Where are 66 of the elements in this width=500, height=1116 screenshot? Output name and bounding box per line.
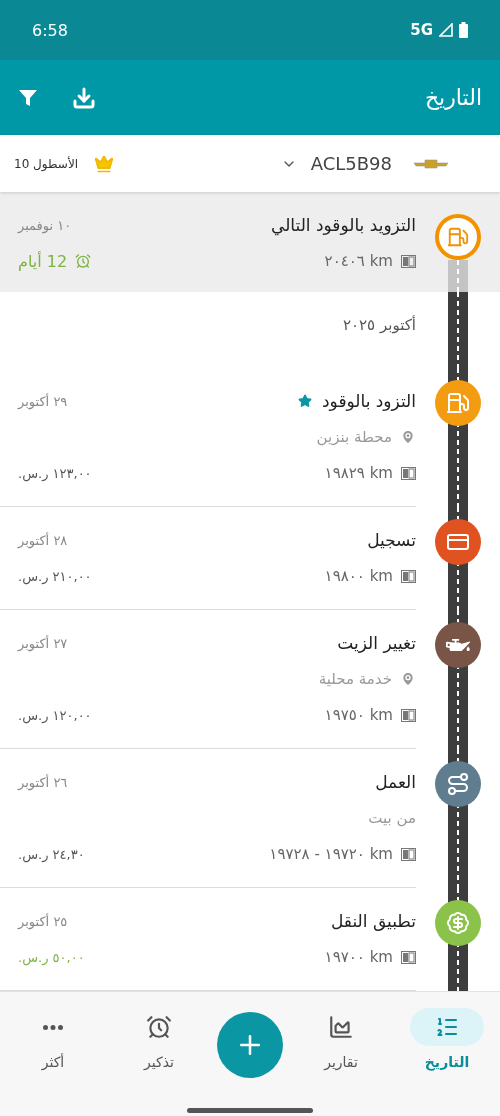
- days-remaining: 12 أيام: [18, 251, 68, 271]
- history-entry[interactable]: التزود بالوقود ٢٩ أكتوبر محطة بنزين km ١٩٨٢٩ ١٢٣,٠٠ ر.س.: [0, 368, 500, 507]
- entry-date: ٢٧ أكتوبر: [18, 635, 68, 651]
- alarm-clock-icon: [146, 1014, 172, 1040]
- history-entry[interactable]: تطبيق النقل ٢٥ أكتوبر km ١٩٧٠٠ ٥٠,٠٠ ر.س.: [0, 888, 500, 991]
- entry-title: تسجيل: [367, 530, 416, 550]
- entry-title: تطبيق النقل: [330, 911, 416, 931]
- signal-icon: [439, 23, 453, 37]
- history-entry[interactable]: تغيير الزيت ٢٧ أكتوبر خدمة محلية km ١٩٧٥٠ ١٢٠,٠٠ ر.س.: [0, 610, 500, 749]
- odometer-reading: km ١٩٧٠٠: [324, 948, 393, 966]
- page-title: التاريخ: [424, 85, 482, 110]
- history-entry[interactable]: تسجيل ٢٨ أكتوبر km ١٩٨٠٠ ٢١٠,٠٠ ر.س.: [0, 507, 500, 610]
- alarm-clock-icon: [75, 253, 92, 269]
- entry-title: التزويد بالوقود التالي: [271, 215, 416, 235]
- odometer-reading: km ٢٠٤٠٦: [324, 252, 393, 270]
- location-pin-icon: [400, 671, 416, 687]
- entry-cost: ٥٠,٠٠ ر.س.: [18, 949, 85, 965]
- entry-title: العمل: [375, 772, 416, 792]
- money-badge-icon: [446, 911, 470, 935]
- entry-note: من بيت: [368, 809, 416, 827]
- vehicle-plate[interactable]: ACL5B98: [310, 153, 392, 174]
- odometer-icon: [401, 254, 416, 268]
- fuel-pump-icon: [446, 391, 470, 415]
- fuel-pump-icon: [447, 226, 469, 248]
- location-text: محطة بنزين: [316, 428, 392, 446]
- odometer-reading: km ١٩٧٢٠ - ١٩٧٢٨: [269, 845, 393, 863]
- nav-tab[interactable]: تذكير: [111, 1008, 207, 1070]
- entry-cost: ١٢٠,٠٠ ر.س.: [18, 707, 92, 723]
- location-text: خدمة محلية: [318, 670, 392, 688]
- route-icon: [446, 772, 470, 796]
- entry-date: ٢٦ أكتوبر: [18, 774, 68, 790]
- battery-icon: [459, 22, 468, 38]
- odometer-icon: [401, 569, 416, 583]
- status-time: 6:58: [32, 20, 68, 40]
- nav-tab[interactable]: التاريخ: [399, 1008, 495, 1070]
- nav-tab[interactable]: أكثر: [5, 1008, 101, 1070]
- entry-title: التزود بالوقود: [322, 391, 416, 411]
- crown-icon: [94, 153, 115, 174]
- list-icon: [435, 1015, 459, 1039]
- network-type: 5G: [410, 21, 433, 39]
- nav-tab[interactable]: تقارير: [293, 1008, 389, 1070]
- odometer-reading: km ١٩٨٢٩: [324, 464, 393, 482]
- location-pin-icon: [400, 429, 416, 445]
- odometer-reading: km ١٩٧٥٠: [324, 706, 393, 724]
- entry-cost: ٢٤,٣٠ ر.س.: [18, 846, 85, 862]
- fleet-label: الأسطول 10: [14, 156, 79, 171]
- more-icon: [43, 1024, 63, 1030]
- entry-date: ٢٩ أكتوبر: [18, 393, 68, 409]
- entry-title: تغيير الزيت: [337, 633, 416, 653]
- odometer-icon: [401, 950, 416, 964]
- history-entry[interactable]: العمل ٢٦ أكتوبر من بيت km ١٩٧٢٠ - ١٩٧٢٨ ٢٤,٣٠ ر.س.: [0, 749, 500, 888]
- download-button[interactable]: [72, 85, 96, 110]
- entry-cost: ٢١٠,٠٠ ر.س.: [18, 568, 92, 584]
- month-header: أكتوبر ٢٠٢٥: [341, 314, 416, 336]
- chart-icon: [328, 1014, 354, 1040]
- entry-date: ١٠ نوفمبر: [18, 217, 72, 233]
- car-logo-icon: [414, 158, 448, 169]
- entry-cost: ١٢٣,٠٠ ر.س.: [18, 465, 92, 481]
- odometer-icon: [401, 847, 416, 861]
- odometer-reading: km ١٩٨٠٠: [324, 567, 393, 585]
- entry-date: ٢٨ أكتوبر: [18, 532, 68, 548]
- upcoming-reminder-row[interactable]: التزويد بالوقود التالي ١٠ نوفمبر km ٢٠٤٠٦ 12 أيام: [0, 192, 500, 292]
- odometer-icon: [401, 708, 416, 722]
- entry-date: ٢٥ أكتوبر: [18, 913, 68, 929]
- filter-button[interactable]: [18, 87, 38, 108]
- odometer-icon: [401, 466, 416, 480]
